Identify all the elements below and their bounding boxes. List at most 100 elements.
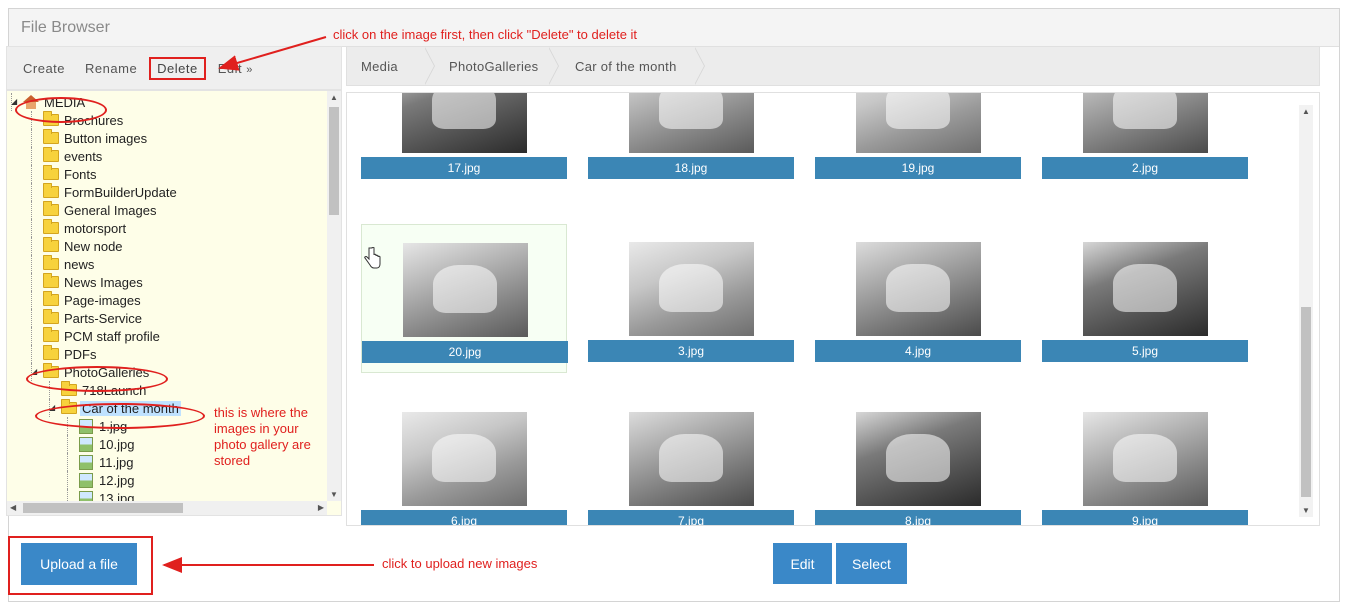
image-thumbnail[interactable] (402, 93, 527, 153)
scroll-up-icon[interactable]: ▲ (1302, 107, 1310, 116)
tree-item-folder[interactable]: New node (7, 237, 327, 255)
select-button[interactable]: Select (836, 543, 907, 584)
edit-button[interactable]: Edit (773, 543, 832, 584)
tree-connector (31, 273, 32, 291)
breadcrumb-photogalleries[interactable]: PhotoGalleries (425, 47, 559, 85)
image-gallery: 17.jpg 18.jpg 19.jpg 2.jpg 20.jpg 3.jpg 4.jpg 5… (346, 92, 1320, 526)
tree-item-folder[interactable]: Fonts (7, 165, 327, 183)
tree-hscroll-thumb[interactable] (23, 503, 183, 513)
tree-connector (11, 93, 12, 111)
folder-icon (43, 273, 59, 288)
tree-item-file[interactable]: 13.jpg (7, 489, 327, 501)
folder-icon (43, 309, 59, 324)
tree-item-folder[interactable]: Parts-Service (7, 309, 327, 327)
tree-item-label: PCM staff profile (64, 328, 160, 344)
tree-item-folder[interactable]: Button images (7, 129, 327, 147)
gallery-tile[interactable]: 9.jpg (1042, 394, 1248, 525)
gallery-tile[interactable]: 17.jpg (361, 93, 567, 190)
tree-vscroll-thumb[interactable] (329, 107, 339, 215)
image-caption[interactable]: 8.jpg (815, 510, 1021, 525)
image-content (432, 434, 496, 482)
image-caption[interactable]: 19.jpg (815, 157, 1021, 179)
tree-item-label: news (64, 256, 95, 272)
image-content (433, 265, 497, 313)
image-file-icon (79, 436, 93, 452)
gallery-tile[interactable]: 18.jpg (588, 93, 794, 190)
image-file-icon (79, 454, 93, 470)
gallery-hint-annotation: this is where the images in your photo g… (214, 405, 311, 468)
image-caption[interactable]: 17.jpg (361, 157, 567, 179)
tree-item-folder[interactable]: events (7, 147, 327, 165)
image-caption[interactable]: 2.jpg (1042, 157, 1248, 179)
scroll-left-icon[interactable]: ◀ (10, 503, 16, 512)
gallery-tile[interactable]: 3.jpg (588, 224, 794, 373)
rename-button[interactable]: Rename (77, 57, 145, 80)
gallery-tile[interactable]: 5.jpg (1042, 224, 1248, 373)
tree-connector (31, 309, 32, 327)
scroll-right-icon[interactable]: ▶ (318, 503, 324, 512)
image-thumbnail[interactable] (856, 412, 981, 506)
gallery-scrollbar[interactable]: ▲ ▼ (1299, 105, 1313, 517)
image-thumbnail[interactable] (629, 93, 754, 153)
tree-item-label: Parts-Service (64, 310, 143, 326)
image-thumbnail[interactable] (402, 412, 527, 506)
folder-icon (43, 255, 59, 270)
image-content (659, 434, 723, 482)
gallery-tile[interactable]: 19.jpg (815, 93, 1021, 190)
tree-item-label: 13.jpg (99, 490, 135, 502)
gallery-tile[interactable]: 2.jpg (1042, 93, 1248, 190)
image-thumbnail[interactable] (629, 412, 754, 506)
gallery-tile[interactable]: 4.jpg (815, 224, 1021, 373)
tree-item-folder[interactable]: motorsport (7, 219, 327, 237)
tree-item-folder[interactable]: General Images (7, 201, 327, 219)
tree-item-folder[interactable]: PCM staff profile (7, 327, 327, 345)
image-caption[interactable]: 9.jpg (1042, 510, 1248, 525)
gallery-tile[interactable]: 6.jpg (361, 394, 567, 525)
scroll-down-icon[interactable]: ▼ (330, 490, 338, 499)
gallery-scroll-thumb[interactable] (1301, 307, 1311, 497)
tree-item-file[interactable]: 12.jpg (7, 471, 327, 489)
image-caption[interactable]: 5.jpg (1042, 340, 1248, 362)
image-caption[interactable]: 18.jpg (588, 157, 794, 179)
gallery-tile[interactable]: 20.jpg (361, 224, 568, 373)
tree-item-folder[interactable]: Page-images (7, 291, 327, 309)
tree-item-folder[interactable]: FormBuilderUpdate (7, 183, 327, 201)
image-thumbnail[interactable] (856, 242, 981, 336)
image-caption[interactable]: 7.jpg (588, 510, 794, 525)
folder-icon (43, 345, 59, 360)
tree-item-label: Page-images (64, 292, 141, 308)
tree-connector (31, 129, 32, 147)
gallery-tile[interactable]: 7.jpg (588, 394, 794, 525)
tree-horizontal-scrollbar[interactable]: ◀ ▶ (7, 501, 327, 515)
breadcrumb-media[interactable]: Media (347, 47, 435, 85)
tree-item-folder[interactable]: News Images (7, 273, 327, 291)
create-button[interactable]: Create (15, 57, 73, 80)
scroll-down-icon[interactable]: ▼ (1302, 506, 1310, 515)
image-caption[interactable]: 3.jpg (588, 340, 794, 362)
tree-connector (31, 165, 32, 183)
image-thumbnail[interactable] (856, 93, 981, 153)
image-thumbnail[interactable] (1083, 242, 1208, 336)
delete-button[interactable]: Delete (149, 56, 206, 80)
gallery-tile[interactable]: 8.jpg (815, 394, 1021, 525)
image-caption[interactable]: 4.jpg (815, 340, 1021, 362)
image-thumbnail[interactable] (1083, 93, 1208, 153)
upload-file-button[interactable]: Upload a file (21, 543, 137, 585)
image-thumbnail[interactable] (629, 242, 754, 336)
tree-item-label: News Images (64, 274, 143, 290)
media-highlight-ellipse (15, 97, 107, 123)
tree-item-folder[interactable]: news (7, 255, 327, 273)
image-content (659, 93, 723, 129)
tree-item-folder[interactable]: PDFs (7, 345, 327, 363)
image-content (886, 93, 950, 129)
image-content (432, 93, 496, 129)
image-thumbnail[interactable] (1083, 412, 1208, 506)
breadcrumb-car-of-the-month[interactable]: Car of the month (549, 47, 705, 85)
image-caption[interactable]: 20.jpg (362, 341, 568, 363)
scroll-up-icon[interactable]: ▲ (330, 93, 338, 102)
image-thumbnail[interactable] (403, 243, 528, 337)
image-content (1113, 264, 1177, 312)
edit-menu-button[interactable]: Edit » (210, 57, 261, 80)
image-caption[interactable]: 6.jpg (361, 510, 567, 525)
tree-item-label: 10.jpg (99, 436, 135, 452)
